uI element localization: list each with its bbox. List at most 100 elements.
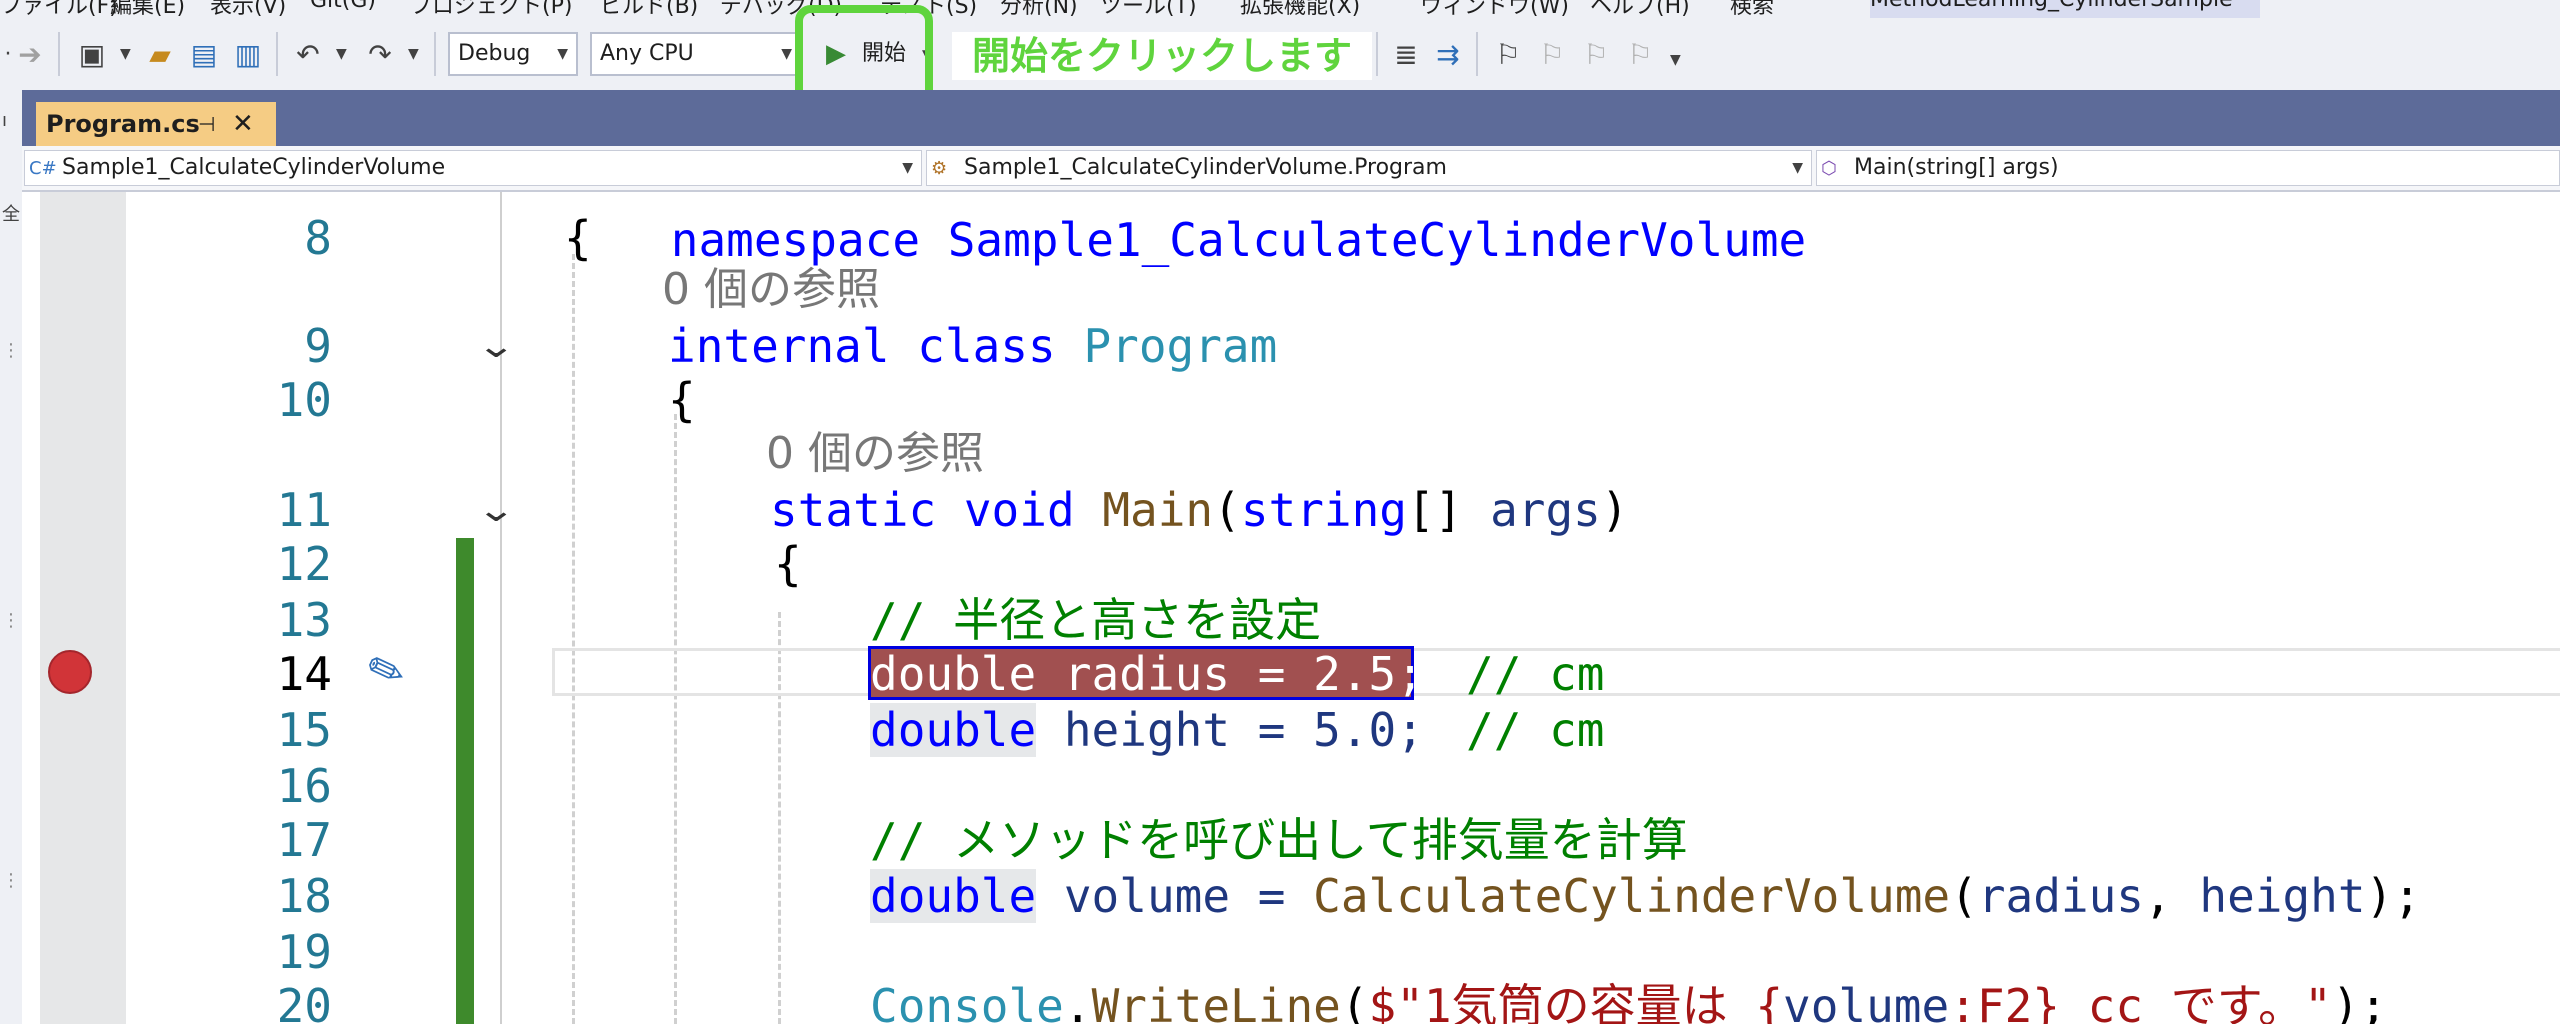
line-number: 19 [276, 925, 332, 979]
tab-program-cs[interactable]: Program.cs ⊣ ✕ [36, 102, 276, 146]
menu-item-search[interactable]: 検索 [1730, 0, 1774, 18]
side-panel-tab-icon[interactable]: ⋮ [2, 870, 20, 891]
line-number: 20 [276, 979, 332, 1024]
side-panel-tab-icon[interactable]: ⋮ [2, 610, 20, 631]
menu-item-window[interactable]: ウィンドウ(W) [1420, 0, 1569, 18]
indent-icon[interactable]: ⇉ [1430, 36, 1466, 72]
collapse-chevron-icon[interactable]: ⌄ [476, 318, 516, 374]
side-panel-tab-icon[interactable]: ⋮ [2, 340, 20, 361]
type-name: Sample1_CalculateCylinderVolume.Program [964, 155, 1447, 180]
string-literal: cc です。" [2059, 979, 2332, 1024]
line-number: 11 [276, 483, 332, 537]
interpolation-brace: { [1755, 979, 1784, 1024]
solution-name: MethodLearning_CylinderSample [1870, 0, 2260, 18]
code-line-20: Console.WriteLine($"1気筒の容量は {volume:F2} … [870, 978, 2387, 1024]
code-line-10: { [668, 373, 696, 427]
variable-declaration: volume = [1036, 869, 1314, 923]
collapse-chevron-icon[interactable]: ⌄ [476, 482, 516, 538]
project-dropdown[interactable]: C# Sample1_CalculateCylinderVolume ▼ [24, 150, 922, 186]
punctuation: ); [2365, 869, 2421, 923]
chevron-down-icon[interactable]: ▼ [408, 46, 419, 62]
punctuation: . [1063, 979, 1092, 1024]
previous-bookmark-icon[interactable]: ⚐ [1534, 36, 1570, 72]
punctuation: , [2143, 869, 2200, 923]
document-tab-bar: Program.cs ⊣ ✕ [22, 90, 2560, 146]
line-number: 12 [276, 537, 332, 591]
keyword: internal class [668, 319, 1056, 373]
side-panel-tab-label[interactable]: 全 [2, 200, 20, 226]
punctuation: [] [1407, 483, 1491, 537]
menu-item-edit[interactable]: 編集(E) [110, 0, 185, 18]
method-icon: ⬡ [1821, 158, 1837, 179]
string-literal: $"1気筒の容量は [1368, 979, 1756, 1024]
menu-bar: ファイル(F) 編集(E) 表示(V) Git(G) プロジェクト(P) ビルド… [0, 0, 2560, 18]
line-number: 8 [304, 211, 332, 265]
variable-declaration: height = 5.0; [1036, 703, 1424, 757]
method-name: Main [1102, 483, 1214, 537]
configuration-dropdown[interactable]: Debug ▼ [448, 32, 578, 76]
toolbar-separator [276, 32, 278, 76]
outdent-icon[interactable]: ≣ [1388, 36, 1424, 72]
code-comment: // cm [1466, 647, 1605, 701]
code-line-15: double height = 5.0; [870, 702, 1424, 758]
save-all-icon[interactable]: ▥ [230, 36, 266, 72]
toolbar-separator [434, 32, 436, 76]
code-line-8: { [564, 211, 592, 265]
open-folder-icon[interactable]: ▰ [142, 36, 178, 72]
menu-item-file[interactable]: ファイル(F) [0, 0, 118, 18]
line-number: 18 [276, 869, 332, 923]
change-tracking-bar [456, 538, 474, 1024]
punctuation: ( [1340, 979, 1369, 1024]
chevron-down-icon: ▼ [902, 160, 913, 176]
tab-label: Program.cs [46, 110, 200, 138]
clear-bookmarks-icon[interactable]: ⚐ [1622, 36, 1658, 72]
type-dropdown[interactable]: ⚙ Sample1_CalculateCylinderVolume.Progra… [926, 150, 1812, 186]
save-icon[interactable]: ▤ [186, 36, 222, 72]
toolbar-overflow-icon[interactable]: ▼ [1670, 52, 1681, 68]
codelens-references[interactable]: 0 個の参照 [766, 426, 984, 482]
instruction-annotation: 開始をクリックします [952, 32, 1372, 80]
breakpoint-margin[interactable] [40, 192, 126, 1024]
line-number: 10 [276, 373, 332, 427]
new-project-icon[interactable]: ▣ [74, 36, 110, 72]
menu-item-git[interactable]: Git(G) [310, 0, 376, 13]
breakpoint-icon[interactable] [48, 650, 92, 694]
codelens-references[interactable]: 0 個の参照 [662, 262, 880, 318]
chevron-down-icon: ▼ [781, 46, 792, 62]
toolbar-separator [58, 32, 60, 76]
platform-value: Any CPU [600, 41, 694, 66]
outlining-margin [500, 192, 502, 1024]
menu-item-extensions[interactable]: 拡張機能(X) [1240, 0, 1360, 18]
line-number: 17 [276, 813, 332, 867]
line-number: 13 [276, 593, 332, 647]
menu-item-analyze[interactable]: 分析(N) [1000, 0, 1078, 18]
code-editor[interactable]: ✎ namespace Sample1_CalculateCylinderVol… [22, 192, 2560, 1024]
menu-item-build[interactable]: ビルド(B) [600, 0, 698, 18]
pin-icon[interactable]: ⊣ [198, 102, 215, 146]
partial-line-text: namespace Sample1_CalculateCylinderVolum… [670, 213, 1807, 267]
interpolated-variable: volume [1783, 979, 1950, 1024]
menu-item-view[interactable]: 表示(V) [210, 0, 286, 18]
punctuation: ( [1213, 483, 1241, 537]
undo-icon[interactable]: ↶ [290, 36, 326, 72]
code-line-18: double volume = CalculateCylinderVolume(… [870, 868, 2421, 924]
bookmark-icon[interactable]: ⚐ [1490, 36, 1526, 72]
keyword: double [870, 869, 1037, 923]
menu-item-tools[interactable]: ツール(T) [1100, 0, 1197, 18]
menu-item-project[interactable]: プロジェクト(P) [410, 0, 572, 18]
side-panel-tab-icon[interactable]: ı [2, 110, 7, 131]
close-icon[interactable]: ✕ [232, 102, 254, 146]
punctuation: ); [2331, 979, 2388, 1024]
type-name: Program [1083, 319, 1278, 373]
argument: radius [1977, 869, 2144, 923]
platform-dropdown[interactable]: Any CPU ▼ [590, 32, 802, 76]
chevron-down-icon[interactable]: ▼ [120, 46, 131, 62]
menu-item-help[interactable]: ヘルプ(H) [1590, 0, 1690, 18]
code-line-9: internal class Program [668, 318, 1277, 374]
redo-icon[interactable]: ↷ [362, 36, 398, 72]
forward-nav-icon[interactable]: ➔ [12, 36, 48, 72]
next-bookmark-icon[interactable]: ⚐ [1578, 36, 1614, 72]
member-dropdown[interactable]: ⬡ Main(string[] args) [1816, 150, 2560, 186]
chevron-down-icon[interactable]: ▼ [336, 46, 347, 62]
screwdriver-icon[interactable]: ✎ [360, 641, 412, 702]
